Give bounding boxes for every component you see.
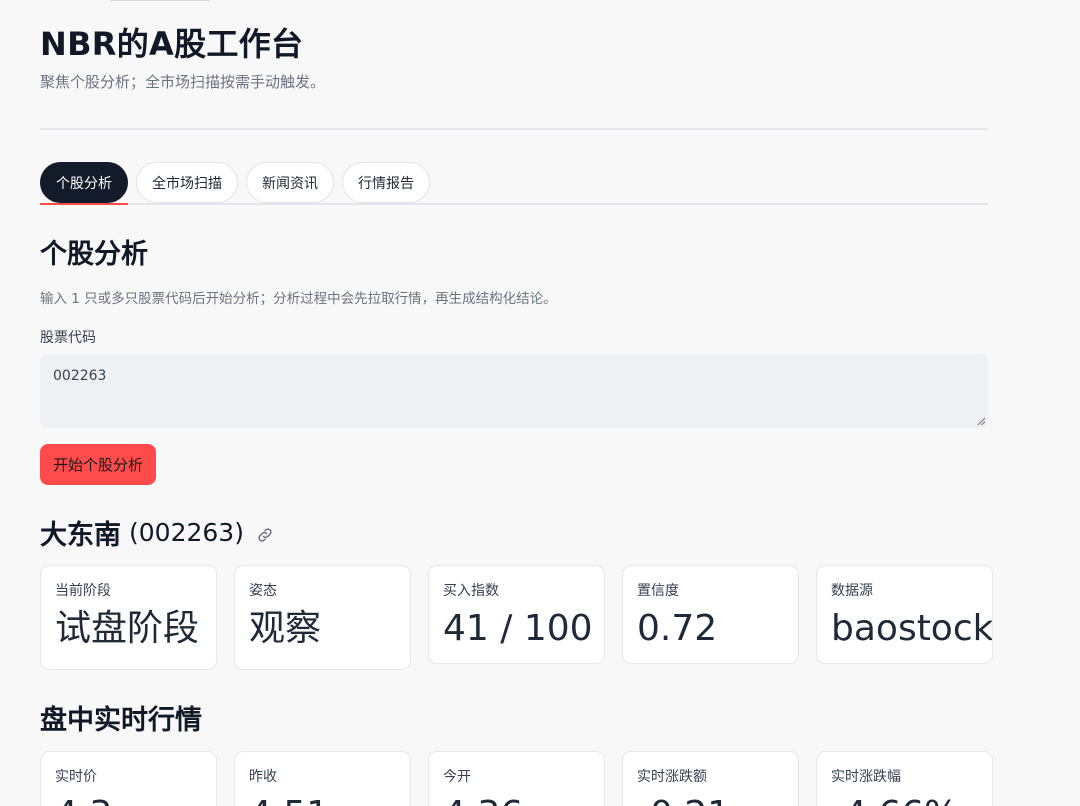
metric-card-change: 实时涨跌额 -0.21	[622, 751, 799, 806]
app-subtitle: 聚焦个股分析；全市场扫描按需手动触发。	[40, 73, 326, 91]
tab-market-scan[interactable]: 全市场扫描	[136, 162, 238, 203]
metric-card-change-pct: 实时涨跌幅 -4.66%	[816, 751, 993, 806]
metric-label: 数据源	[831, 583, 873, 599]
metric-label: 当前阶段	[55, 583, 111, 599]
stock-heading: 大东南 (002263)	[40, 513, 274, 552]
section-heading-analysis: 个股分析	[40, 239, 148, 270]
stock-code: (002263)	[129, 518, 244, 547]
metric-label: 昨收	[249, 769, 277, 785]
metric-value: 4.3	[55, 794, 202, 806]
metric-value: 4.36	[443, 794, 590, 806]
metric-card-open: 今开 4.36	[428, 751, 605, 806]
metric-label: 置信度	[637, 583, 679, 599]
tab-stock-analysis[interactable]: 个股分析	[40, 162, 128, 203]
metric-value: 4.51	[249, 794, 396, 806]
metric-value: 观察	[249, 608, 322, 649]
metric-label: 实时涨跌幅	[831, 769, 901, 785]
metric-card-stage: 当前阶段 试盘阶段	[40, 565, 217, 670]
stock-code-label: 股票代码	[40, 330, 96, 346]
metric-label: 今开	[443, 769, 471, 785]
metric-label: 姿态	[249, 583, 277, 599]
analysis-description: 输入 1 只或多只股票代码后开始分析；分析过程中会先拉取行情，再生成结构化结论。	[40, 291, 557, 307]
metric-value: baostock	[831, 608, 993, 649]
metric-label: 实时价	[55, 769, 97, 785]
metric-card-confidence: 置信度 0.72	[622, 565, 799, 664]
stock-code-input-value: 002263	[53, 368, 107, 384]
metric-card-prev-close: 昨收 4.51	[234, 751, 411, 806]
stock-name: 大东南	[40, 520, 121, 551]
header-divider	[40, 128, 988, 130]
section-heading-realtime: 盘中实时行情	[40, 705, 202, 736]
metric-label: 买入指数	[443, 583, 499, 599]
tab-underline	[40, 203, 988, 205]
app-title: NBR的A股工作台	[40, 25, 304, 63]
metric-value: -4.66%	[831, 794, 978, 806]
metric-card-data-source: 数据源 baostock	[816, 565, 993, 664]
tab-news[interactable]: 新闻资讯	[246, 162, 334, 203]
summary-metrics: 当前阶段 试盘阶段 姿态 观察 买入指数 41 / 100 置信度 0.72 数…	[40, 565, 993, 670]
metric-label: 实时涨跌额	[637, 769, 707, 785]
start-analysis-button[interactable]: 开始个股分析	[40, 444, 157, 485]
link-icon[interactable]	[256, 526, 274, 544]
realtime-metrics: 实时价 4.3 昨收 4.51 今开 4.36 实时涨跌额 -0.21 实时涨跌…	[40, 751, 993, 806]
page: NBR的A股工作台 聚焦个股分析；全市场扫描按需手动触发。 个股分析 全市场扫描…	[0, 0, 1080, 806]
stock-code-input[interactable]: 002263	[40, 354, 988, 428]
metric-card-stance: 姿态 观察	[234, 565, 411, 670]
top-divider-stub	[110, 0, 210, 1]
resize-grip-icon[interactable]	[977, 417, 985, 425]
metric-value: 试盘阶段	[55, 608, 200, 649]
active-tab-indicator	[40, 203, 128, 205]
metric-value: -0.21	[637, 794, 784, 806]
metric-value: 0.72	[637, 608, 718, 649]
metric-card-buy-index: 买入指数 41 / 100	[428, 565, 605, 664]
metric-card-realtime-price: 实时价 4.3	[40, 751, 217, 806]
metric-value: 41 / 100	[443, 608, 593, 649]
tab-bar: 个股分析 全市场扫描 新闻资讯 行情报告	[40, 162, 430, 203]
tab-market-report[interactable]: 行情报告	[342, 162, 430, 203]
